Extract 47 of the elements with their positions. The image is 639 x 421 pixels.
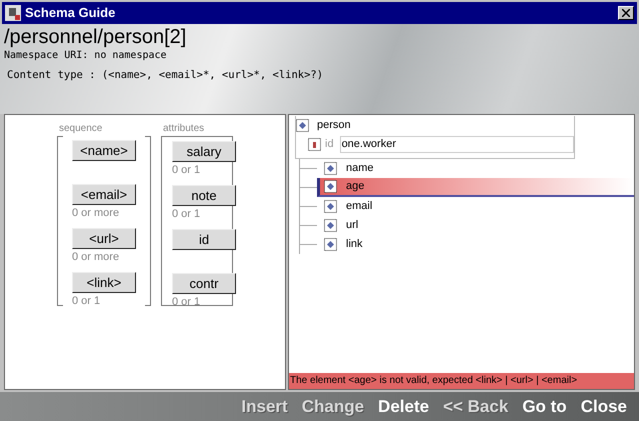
element-icon (324, 219, 337, 232)
close-icon (622, 9, 630, 17)
element-icon (324, 180, 337, 193)
element-icon (324, 200, 337, 213)
tree-row[interactable]: email (317, 197, 634, 216)
selected-tree-row[interactable]: age (317, 178, 634, 197)
node-label: url (346, 218, 358, 234)
error-message: The element <age> is not valid, expected <link> | <url> | <email> (289, 373, 634, 389)
occurrence-label: 0 or more (72, 251, 120, 263)
app-icon (5, 5, 21, 21)
element-button[interactable]: <name> (72, 140, 136, 161)
element-icon (296, 118, 309, 132)
occurrence-label: 0 or more (72, 207, 120, 219)
tree-row[interactable]: link (317, 235, 634, 254)
action-button[interactable]: Go to (522, 394, 567, 420)
group-label: attributes (163, 122, 206, 136)
occurrence-label: 0 or 1 (172, 296, 200, 308)
element-button[interactable]: note (172, 185, 236, 206)
element-icon (324, 238, 337, 251)
occurrence-label: 0 or 1 (72, 295, 100, 307)
node-path: /personnel/person[2] (4, 25, 188, 49)
tree-node[interactable]: person (317, 116, 351, 134)
element-button[interactable]: <url> (72, 228, 136, 249)
group-label: sequence (59, 122, 104, 136)
tree-row[interactable]: name (317, 159, 634, 178)
action-button[interactable]: Close (580, 394, 627, 420)
namespace-label: Namespace URI: no namespace (4, 49, 168, 62)
tree-row[interactable]: url (317, 216, 634, 235)
attribute-icon (308, 138, 321, 150)
element-button[interactable]: <email> (72, 184, 136, 205)
node-label: name (346, 161, 374, 176)
occurrence-label: 0 or 1 (172, 208, 200, 220)
element-button[interactable]: salary (172, 141, 236, 162)
node-label: email (346, 199, 372, 214)
attribute-name: id (325, 136, 334, 152)
window-title: Schema Guide (25, 4, 116, 22)
element-button[interactable]: <link> (72, 272, 136, 293)
occurrence-label: 0 or 1 (172, 164, 200, 176)
node-label: age (346, 179, 364, 194)
attribute-value-field[interactable]: one.worker (340, 136, 574, 152)
element-icon (324, 162, 337, 175)
action-button[interactable]: Delete (378, 394, 430, 420)
close-button[interactable] (618, 6, 634, 20)
element-button[interactable]: contr (172, 273, 236, 294)
element-button[interactable]: id (172, 229, 236, 250)
node-label: link (346, 237, 363, 252)
content-type-label: Content type : (<name>, <email>*, <url>*, <link>?) (7, 68, 324, 83)
